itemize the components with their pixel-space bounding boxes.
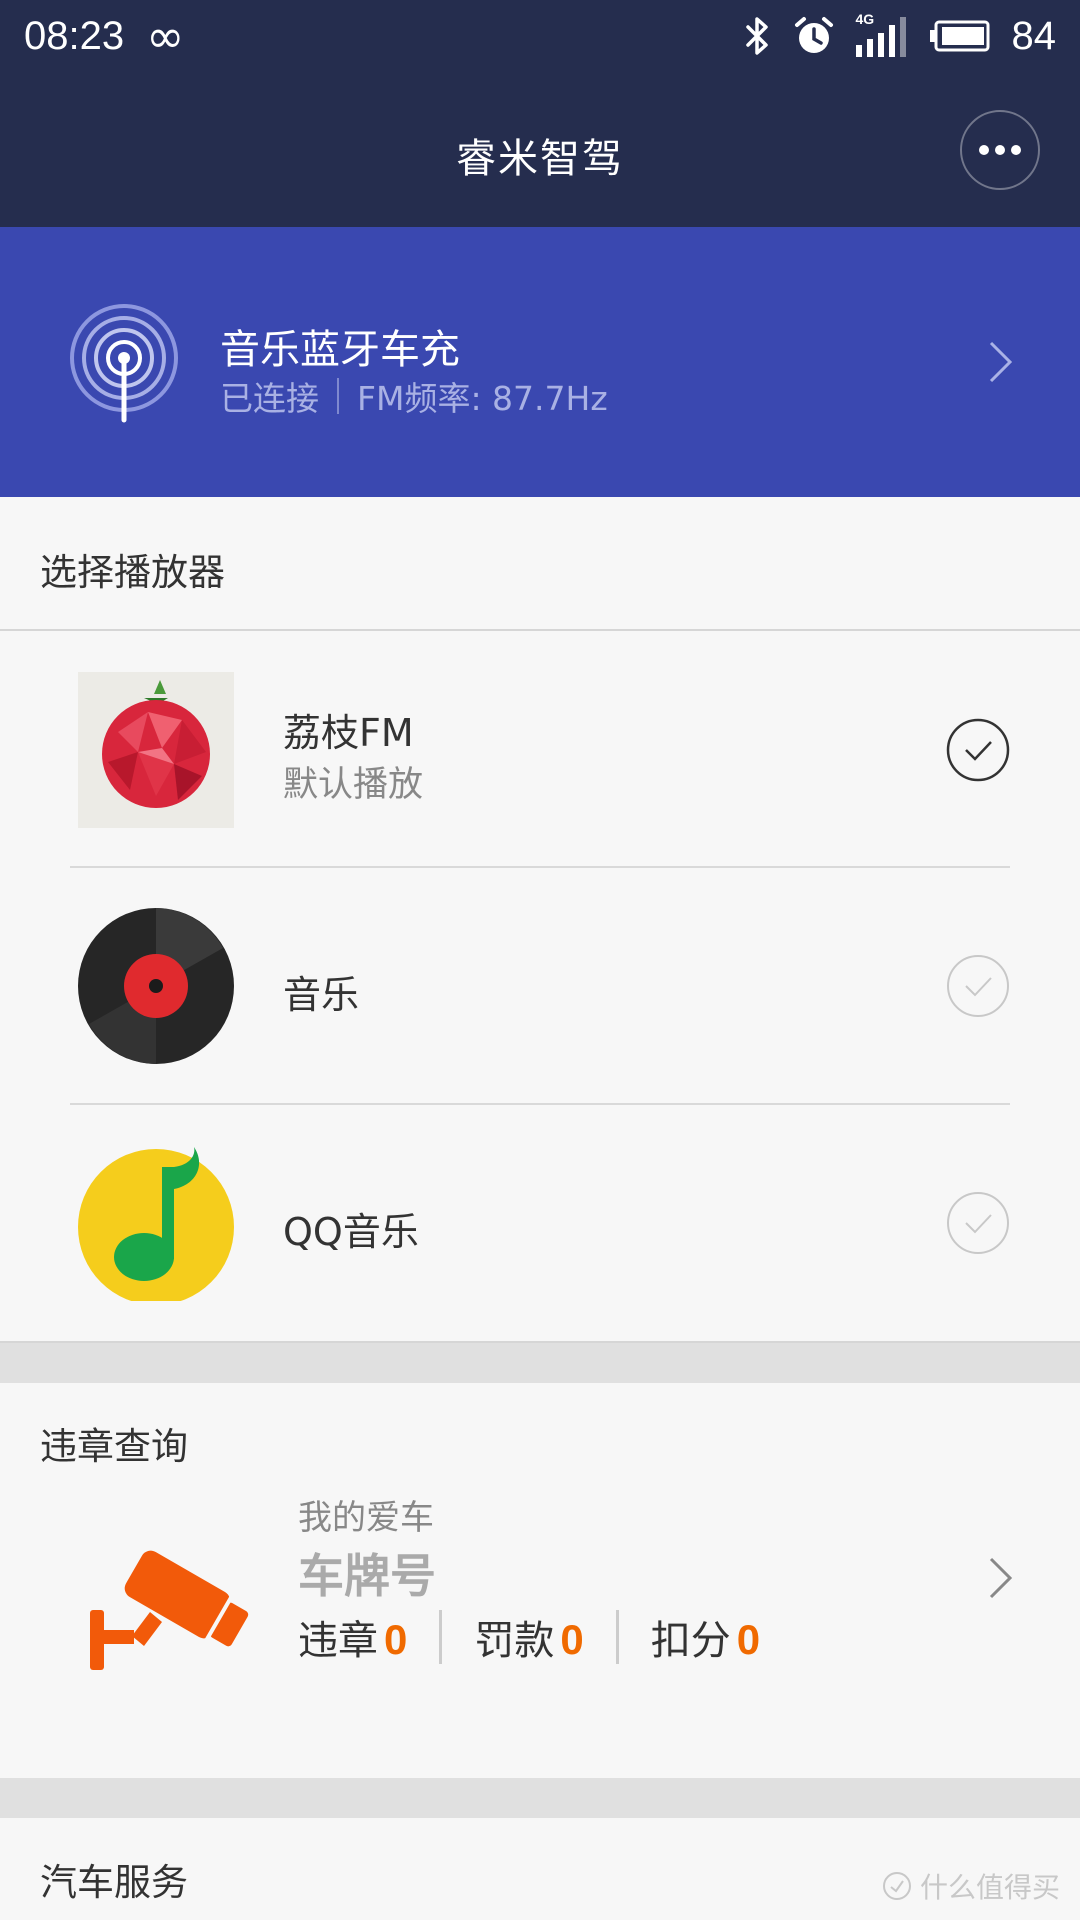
stat-label: 扣分: [650, 1618, 731, 1664]
watermark: 什么值得买: [882, 1866, 1060, 1906]
divider: [337, 378, 339, 414]
section-separator: [0, 1778, 1080, 1818]
player-name: 音乐: [283, 973, 360, 1017]
fm-frequency: FM频率: 87.7Hz: [357, 379, 608, 418]
device-name: 音乐蓝牙车充: [220, 327, 460, 373]
license-plate: 车牌号: [298, 1549, 436, 1603]
player-row-qqmusic[interactable]: QQ音乐: [0, 1105, 1080, 1341]
divider: [439, 1610, 443, 1664]
watermark-logo-icon: [882, 1872, 911, 1900]
bluetooth-icon: [745, 17, 768, 55]
connection-status: 已连接: [220, 379, 319, 418]
divider: [0, 629, 1080, 631]
stat-violations: 违章 0: [298, 1608, 407, 1666]
check-circle-icon[interactable]: [946, 1191, 1010, 1255]
app-header: 睿米智驾: [0, 72, 1080, 227]
device-card[interactable]: 音乐蓝牙车充 已连接 FM频率: 87.7Hz: [0, 227, 1080, 497]
more-button[interactable]: [960, 110, 1040, 190]
divider: [615, 1610, 619, 1664]
player-name: 荔枝FM: [283, 711, 414, 755]
stat-value: 0: [384, 1616, 408, 1663]
section-title-violation: 违章查询: [40, 1425, 188, 1468]
page-title: 睿米智驾: [456, 136, 624, 182]
violation-stats: 违章 0 罚款 0 扣分 0: [298, 1608, 760, 1666]
player-row-music[interactable]: 音乐: [0, 868, 1080, 1104]
signal-tower-icon: [70, 304, 178, 423]
car-caption: 我的爱车: [298, 1498, 434, 1538]
clock: 08:23: [24, 13, 125, 58]
chevron-right-icon: [989, 341, 1013, 383]
check-circle-icon[interactable]: [946, 954, 1010, 1018]
section-separator: [0, 1343, 1080, 1383]
battery-icon: [929, 20, 989, 52]
section-title-player: 选择播放器: [40, 551, 225, 594]
battery-percent: 84: [1011, 13, 1057, 58]
device-status-line: 已连接 FM频率: 87.7Hz: [220, 372, 608, 420]
stat-value: 0: [560, 1616, 584, 1663]
check-circle-icon[interactable]: [946, 718, 1010, 782]
vinyl-record-icon: [78, 908, 234, 1064]
player-name: QQ音乐: [283, 1210, 419, 1254]
watermark-text: 什么值得买: [919, 1871, 1060, 1904]
player-row-lychee[interactable]: 荔枝FM 默认播放: [0, 632, 1080, 868]
status-bar: 08:23 ∞ 4G 84: [0, 0, 1080, 72]
camera-icon: [90, 1550, 249, 1670]
player-subtitle: 默认播放: [283, 765, 424, 805]
signal-icon: 4G: [855, 11, 908, 57]
infinity-icon: ∞: [146, 9, 185, 63]
stat-label: 违章: [298, 1618, 378, 1664]
stat-label: 罚款: [474, 1618, 555, 1664]
chevron-right-icon: [989, 1557, 1013, 1599]
more-dots-icon: [979, 145, 1021, 155]
lychee-icon: [78, 672, 234, 828]
stat-fines: 罚款 0: [474, 1608, 583, 1666]
stat-value: 0: [736, 1616, 761, 1663]
music-note-icon: [78, 1147, 234, 1301]
alarm-icon: [794, 17, 833, 53]
stat-points: 扣分 0: [651, 1608, 760, 1666]
section-title-service: 汽车服务: [40, 1861, 188, 1904]
